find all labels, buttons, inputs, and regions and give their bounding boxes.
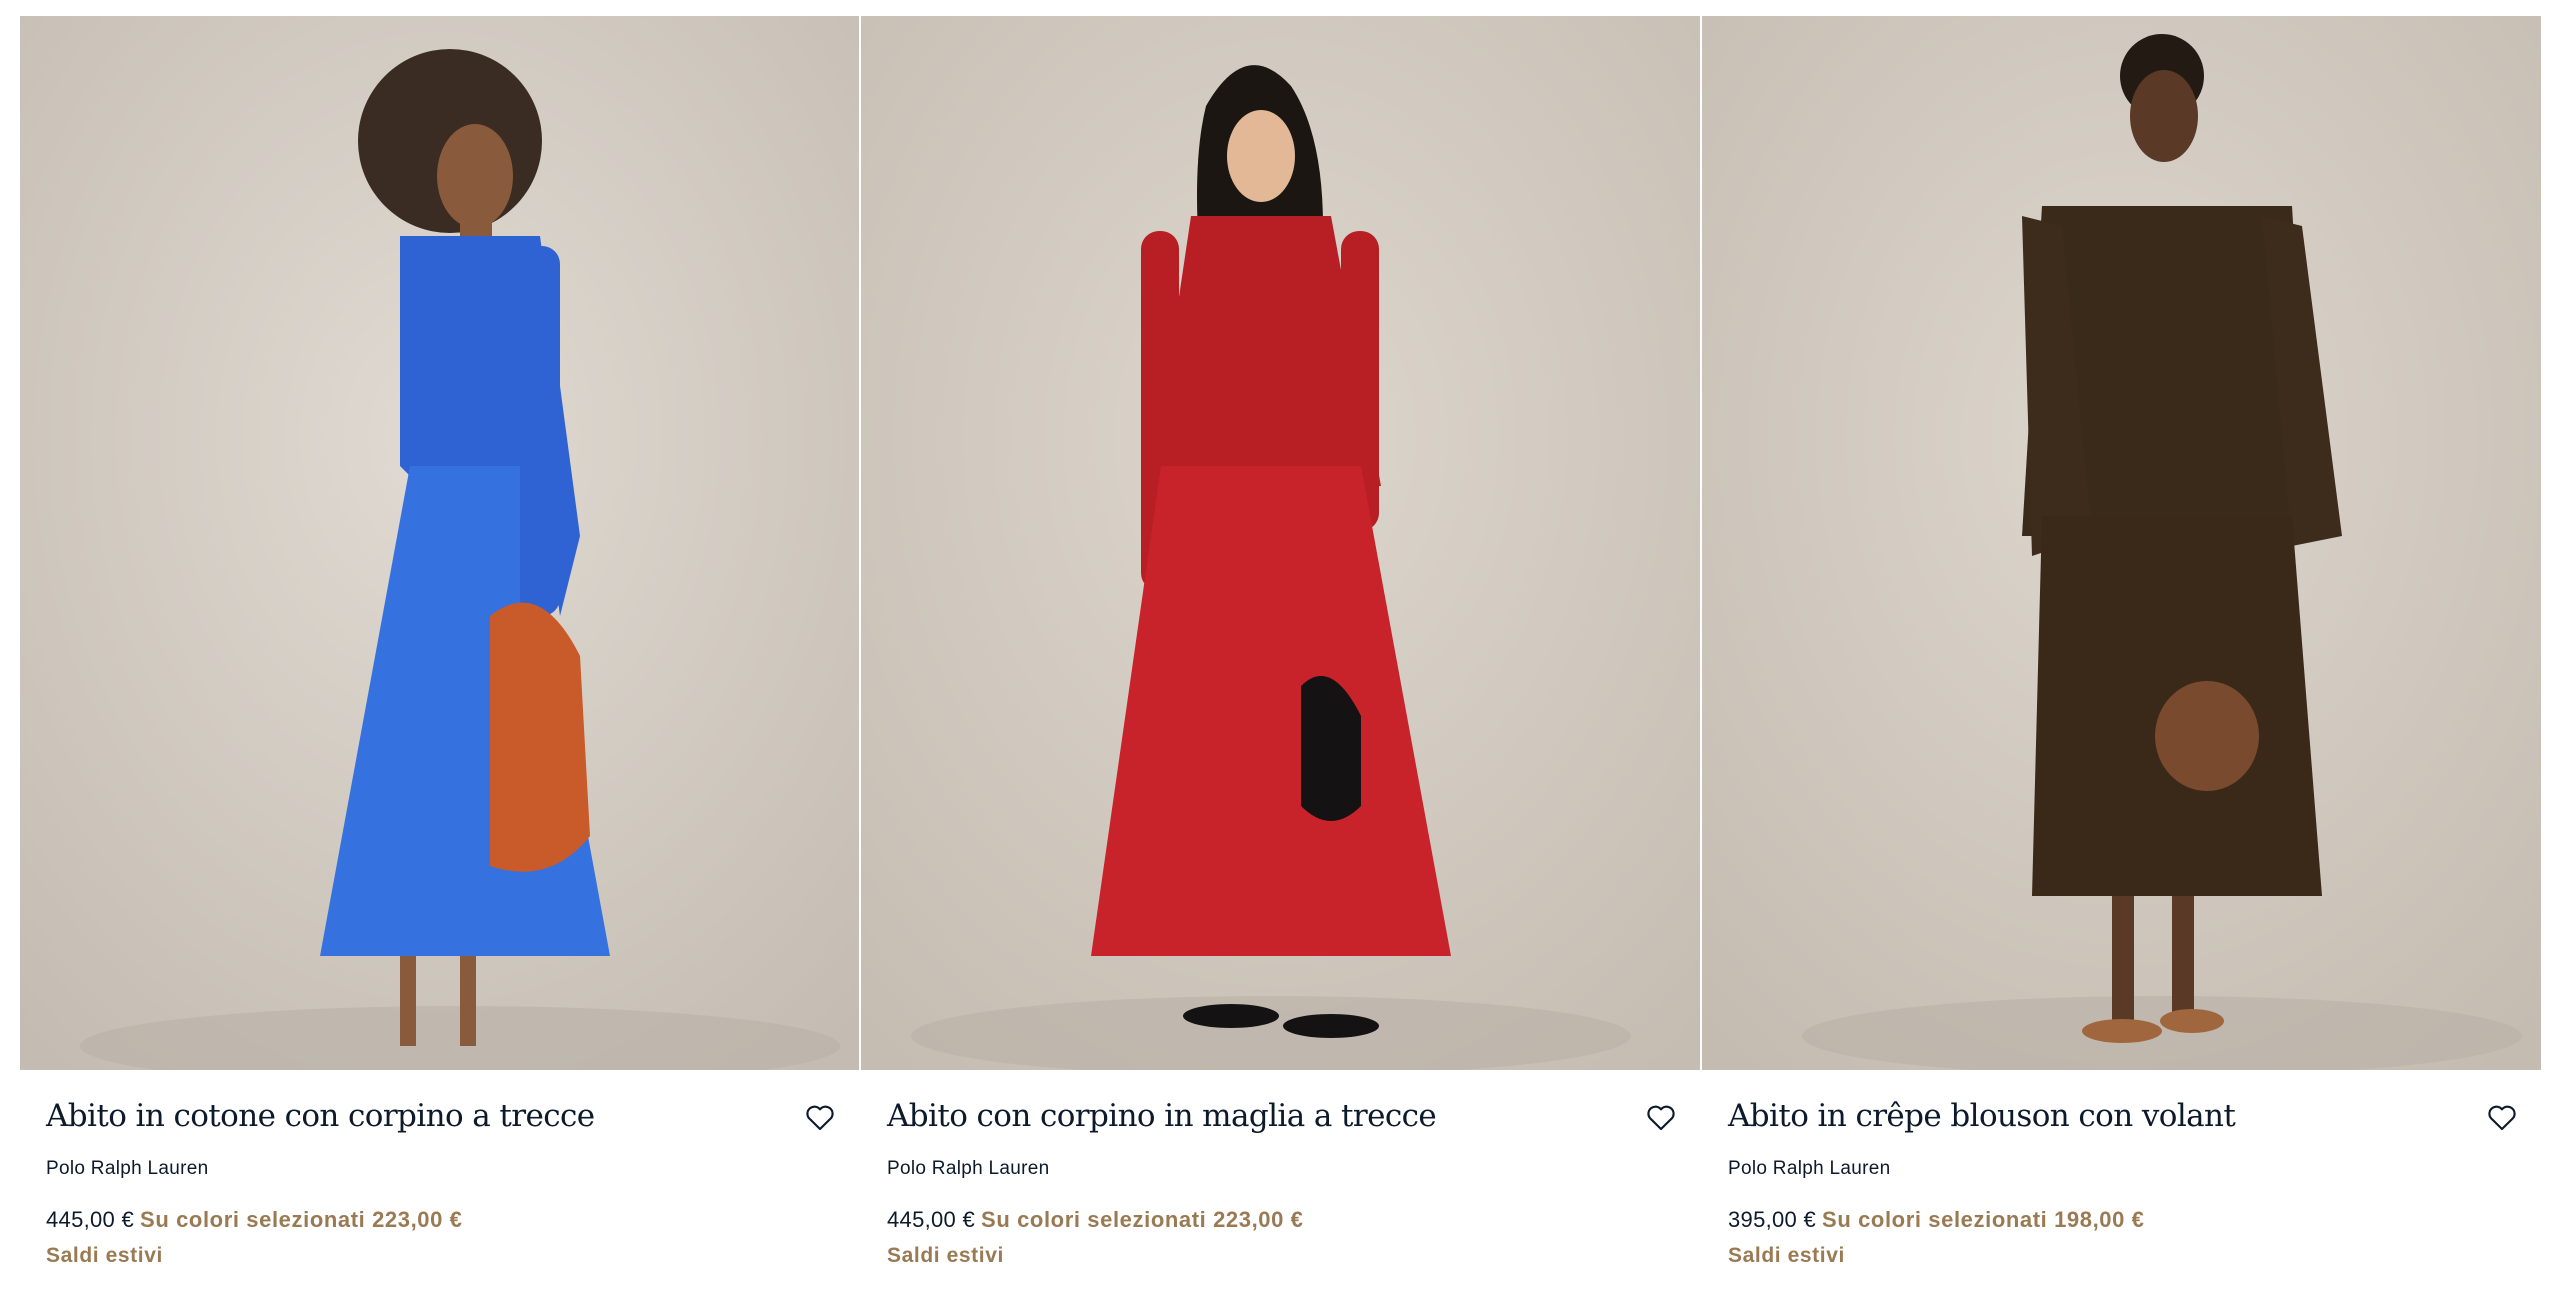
price-row: 395,00 € Su colori selezionati 198,00 € (1728, 1207, 2145, 1233)
sale-price: Su colori selezionati 198,00 € (1822, 1207, 2145, 1232)
promo-tag: Saldi estivi (887, 1244, 1004, 1267)
heart-outline-icon (1647, 1105, 1675, 1131)
heart-outline-icon (2488, 1105, 2516, 1131)
sale-price: Su colori selezionati 223,00 € (981, 1207, 1304, 1232)
product-photo (861, 16, 1700, 1070)
product-title[interactable]: Abito con corpino in maglia a trecce (887, 1098, 1437, 1134)
promo-tag: Saldi estivi (46, 1244, 163, 1267)
product-image-link[interactable] (20, 16, 859, 1070)
product-brand: Polo Ralph Lauren (46, 1158, 209, 1179)
original-price: 395,00 € (1728, 1207, 1817, 1232)
product-image-link[interactable] (861, 16, 1700, 1070)
product-info: Abito con corpino in maglia a trecce Pol… (861, 1070, 1700, 1290)
product-title[interactable]: Abito in crêpe blouson con volant (1728, 1098, 2236, 1134)
product-photo (1702, 16, 2541, 1070)
sale-price: Su colori selezionati 223,00 € (140, 1207, 463, 1232)
heart-outline-icon (806, 1105, 834, 1131)
original-price: 445,00 € (46, 1207, 135, 1232)
original-price: 445,00 € (887, 1207, 976, 1232)
price-row: 445,00 € Su colori selezionati 223,00 € (887, 1207, 1304, 1233)
promo-tag: Saldi estivi (1728, 1244, 1845, 1267)
price-row: 445,00 € Su colori selezionati 223,00 € (46, 1207, 463, 1233)
product-card: Abito con corpino in maglia a trecce Pol… (861, 16, 1700, 1290)
product-info: Abito in crêpe blouson con volant Polo R… (1702, 1070, 2541, 1290)
product-card: Abito in cotone con corpino a trecce Pol… (20, 16, 859, 1290)
product-title[interactable]: Abito in cotone con corpino a trecce (46, 1098, 595, 1134)
product-photo (20, 16, 859, 1070)
product-brand: Polo Ralph Lauren (887, 1158, 1050, 1179)
product-image-link[interactable] (1702, 16, 2541, 1070)
wishlist-button[interactable] (1644, 1100, 1678, 1134)
product-grid: Abito in cotone con corpino a trecce Pol… (20, 16, 2542, 1290)
product-info: Abito in cotone con corpino a trecce Pol… (20, 1070, 859, 1290)
wishlist-button[interactable] (2485, 1100, 2519, 1134)
product-card: Abito in crêpe blouson con volant Polo R… (1702, 16, 2541, 1290)
product-brand: Polo Ralph Lauren (1728, 1158, 1891, 1179)
wishlist-button[interactable] (803, 1100, 837, 1134)
